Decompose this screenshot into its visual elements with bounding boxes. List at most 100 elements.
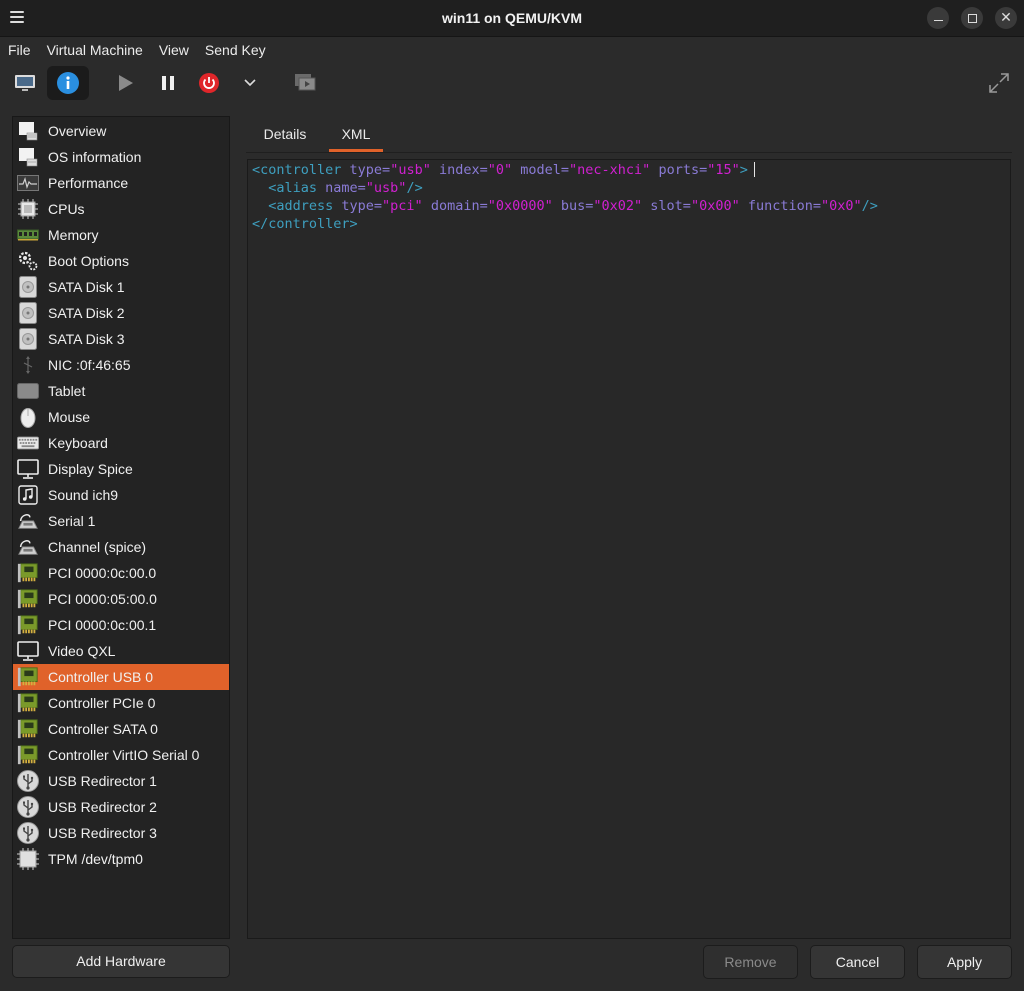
menu-bar: File Virtual Machine View Send Key (0, 38, 1024, 62)
sidebar-item-tablet[interactable]: Tablet (13, 378, 229, 404)
xml-token: "0" (487, 162, 513, 178)
xml-token: /> (406, 180, 423, 196)
xml-editor[interactable]: <controller type="usb" index="0" model="… (247, 159, 1011, 939)
shutdown-button[interactable] (192, 66, 226, 100)
xml-line: </controller> (252, 215, 358, 233)
sidebar-item-nic-0f-46-65[interactable]: NIC :0f:46:65 (13, 352, 229, 378)
snapshots-button[interactable] (288, 66, 322, 100)
sidebar-item-sound-ich9[interactable]: Sound ich9 (13, 482, 229, 508)
sidebar-item-label: SATA Disk 2 (48, 305, 125, 321)
console-button[interactable] (8, 66, 42, 100)
tab-details[interactable]: Details (246, 116, 324, 152)
sidebar-item-controller-usb-0[interactable]: Controller USB 0 (13, 664, 229, 690)
run-button[interactable] (108, 66, 142, 100)
menu-send-key[interactable]: Send Key (197, 38, 274, 62)
menu-file[interactable]: File (0, 38, 39, 62)
xml-token: "nec-xhci" (569, 162, 651, 178)
details-button[interactable] (47, 66, 89, 100)
xml-token: index= (430, 162, 488, 178)
sidebar-item-memory[interactable]: Memory (13, 222, 229, 248)
sidebar-item-controller-sata-0[interactable]: Controller SATA 0 (13, 716, 229, 742)
sidebar-item-pci-0000-0c-00-1[interactable]: PCI 0000:0c:00.1 (13, 612, 229, 638)
usb-icon (17, 770, 39, 792)
xml-token: "0x0" (821, 198, 862, 214)
sound-icon (17, 484, 39, 506)
shutdown-options-button[interactable] (236, 66, 264, 100)
sidebar-item-sata-disk-1[interactable]: SATA Disk 1 (13, 274, 229, 300)
display-icon (17, 458, 39, 480)
sidebar-item-label: Tablet (48, 383, 86, 399)
tab-xml[interactable]: XML (329, 116, 383, 152)
sidebar-item-label: PCI 0000:05:00.0 (48, 591, 157, 607)
cancel-button[interactable]: Cancel (810, 945, 905, 979)
sidebar-item-label: PCI 0000:0c:00.0 (48, 565, 157, 581)
xml-token: domain= (422, 198, 488, 214)
minimize-button[interactable] (927, 7, 949, 29)
sidebar-item-label: USB Redirector 3 (48, 825, 157, 841)
sidebar-item-cpus[interactable]: CPUs (13, 196, 229, 222)
xml-token: "pci" (382, 198, 423, 214)
sidebar-item-boot-options[interactable]: Boot Options (13, 248, 229, 274)
sidebar-item-usb-redirector-2[interactable]: USB Redirector 2 (13, 794, 229, 820)
xml-line: <address type="pci" domain="0x0000" bus=… (252, 197, 878, 215)
close-button[interactable]: ✕ (995, 7, 1017, 29)
serial-icon (17, 536, 39, 558)
display-icon (17, 640, 39, 662)
menu-virtual-machine[interactable]: Virtual Machine (39, 38, 151, 62)
tab-divider (246, 152, 1012, 153)
sidebar-item-label: PCI 0000:0c:00.1 (48, 617, 157, 633)
xml-token: type= (349, 162, 391, 178)
pause-button[interactable] (151, 66, 185, 100)
text-cursor (753, 162, 755, 177)
pci-card-icon (17, 718, 39, 740)
sidebar-item-controller-virtio-serial-0[interactable]: Controller VirtIO Serial 0 (13, 742, 229, 768)
sidebar-item-label: TPM /dev/tpm0 (48, 851, 143, 867)
disk-icon (17, 276, 39, 298)
sidebar-item-performance[interactable]: Performance (13, 170, 229, 196)
xml-token: > (739, 162, 748, 178)
sidebar-item-usb-redirector-3[interactable]: USB Redirector 3 (13, 820, 229, 846)
pci-card-icon (17, 588, 39, 610)
sidebar-item-pci-0000-05-00-0[interactable]: PCI 0000:05:00.0 (13, 586, 229, 612)
sidebar-item-serial-1[interactable]: Serial 1 (13, 508, 229, 534)
menu-view[interactable]: View (151, 38, 197, 62)
xml-token: name= (325, 180, 366, 196)
sidebar-item-mouse[interactable]: Mouse (13, 404, 229, 430)
sidebar-item-label: Boot Options (48, 253, 129, 269)
xml-token: "0x00" (690, 198, 740, 214)
xml-token: "15" (707, 162, 740, 178)
sidebar-item-sata-disk-3[interactable]: SATA Disk 3 (13, 326, 229, 352)
os-info-icon (17, 146, 39, 168)
sidebar-item-label: Controller VirtIO Serial 0 (48, 747, 200, 763)
sidebar-item-label: Mouse (48, 409, 91, 425)
sidebar-item-keyboard[interactable]: Keyboard (13, 430, 229, 456)
close-icon: ✕ (1000, 10, 1012, 26)
sidebar-item-label: Serial 1 (48, 513, 96, 529)
xml-token: model= (512, 162, 570, 178)
sidebar-item-label: Keyboard (48, 435, 108, 451)
fullscreen-button[interactable] (982, 66, 1016, 100)
sidebar-item-controller-pcie-0[interactable]: Controller PCIe 0 (13, 690, 229, 716)
remove-button[interactable]: Remove (703, 945, 798, 979)
sidebar-item-tpm-dev-tpm0[interactable]: TPM /dev/tpm0 (13, 846, 229, 872)
add-hardware-button[interactable]: Add Hardware (12, 945, 230, 978)
minimize-icon (933, 19, 943, 22)
sidebar-item-label: Overview (48, 123, 107, 139)
snapshots-icon (295, 74, 316, 91)
sidebar-item-sata-disk-2[interactable]: SATA Disk 2 (13, 300, 229, 326)
sidebar-item-display-spice[interactable]: Display Spice (13, 456, 229, 482)
sidebar-item-usb-redirector-1[interactable]: USB Redirector 1 (13, 768, 229, 794)
maximize-button[interactable] (961, 7, 983, 29)
boot-gear-icon (17, 250, 39, 272)
xml-token: function= (739, 198, 822, 214)
sidebar-item-os-information[interactable]: OS information (13, 144, 229, 170)
sidebar-item-label: Controller USB 0 (48, 669, 154, 685)
sidebar-item-pci-0000-0c-00-0[interactable]: PCI 0000:0c:00.0 (13, 560, 229, 586)
sidebar-item-video-qxl[interactable]: Video QXL (13, 638, 229, 664)
maximize-icon (967, 13, 977, 23)
sidebar-item-overview[interactable]: Overview (13, 118, 229, 144)
cpu-icon (17, 198, 39, 220)
apply-button[interactable]: Apply (917, 945, 1012, 979)
monitor-icon (15, 75, 35, 91)
sidebar-item-channel-spice[interactable]: Channel (spice) (13, 534, 229, 560)
